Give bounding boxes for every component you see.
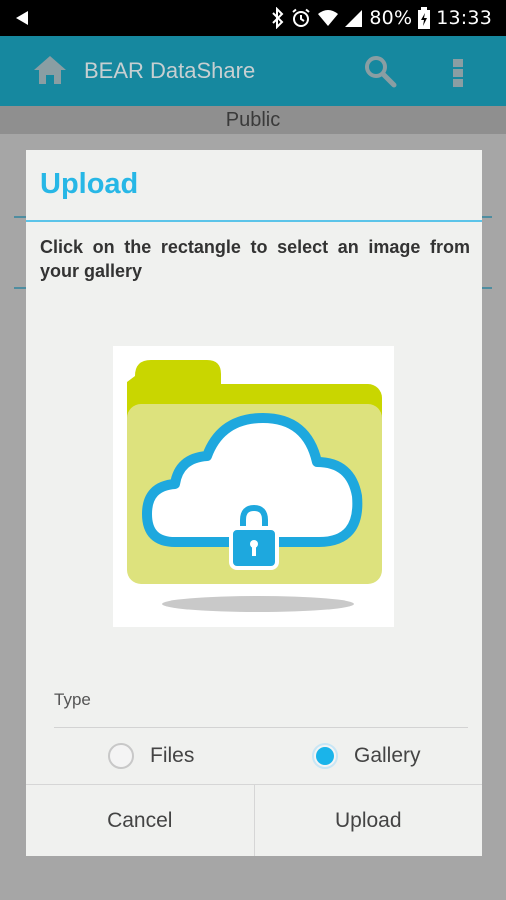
overflow-menu-icon[interactable] [449,58,467,88]
signal-icon [345,10,363,27]
back-arrow-icon [16,11,28,25]
radio-gallery[interactable]: Gallery [312,738,421,774]
clock: 13:33 [436,7,492,29]
background-divider [482,287,492,289]
status-bar: 80% 13:33 [0,0,506,36]
dialog-buttons: Cancel Upload [26,784,482,856]
battery-icon [418,7,431,29]
background-divider [482,216,492,218]
radio-gallery-label: Gallery [354,744,421,767]
type-divider [54,727,468,728]
dialog-title: Upload [40,168,139,200]
radio-circle-selected[interactable] [312,743,338,769]
search-icon[interactable] [362,53,398,89]
image-picker-area[interactable] [113,346,394,627]
status-icons: 80% 13:33 [271,0,492,36]
sub-header: Public [0,106,506,134]
radio-files-label: Files [150,744,195,767]
background-divider [14,216,26,218]
battery-percent: 80% [369,7,413,29]
title-divider [26,220,482,222]
bluetooth-icon [272,7,284,29]
radio-circle[interactable] [108,743,134,769]
dialog-instruction: Click on the rectangle to select an imag… [40,237,470,281]
cancel-button[interactable]: Cancel [26,785,254,856]
upload-dialog: Upload Click on the rectangle to select … [26,150,482,856]
app-title: BEAR DataShare [84,58,256,83]
upload-button[interactable]: Upload [253,785,482,856]
cloud-folder-lock-icon [127,360,382,612]
wifi-icon [318,10,339,26]
type-label: Type [54,690,91,709]
home-icon[interactable] [32,54,68,86]
radio-files[interactable]: Files [108,738,194,774]
background-divider [14,287,26,289]
alarm-icon [292,8,311,27]
app-bar: BEAR DataShare [0,36,506,106]
